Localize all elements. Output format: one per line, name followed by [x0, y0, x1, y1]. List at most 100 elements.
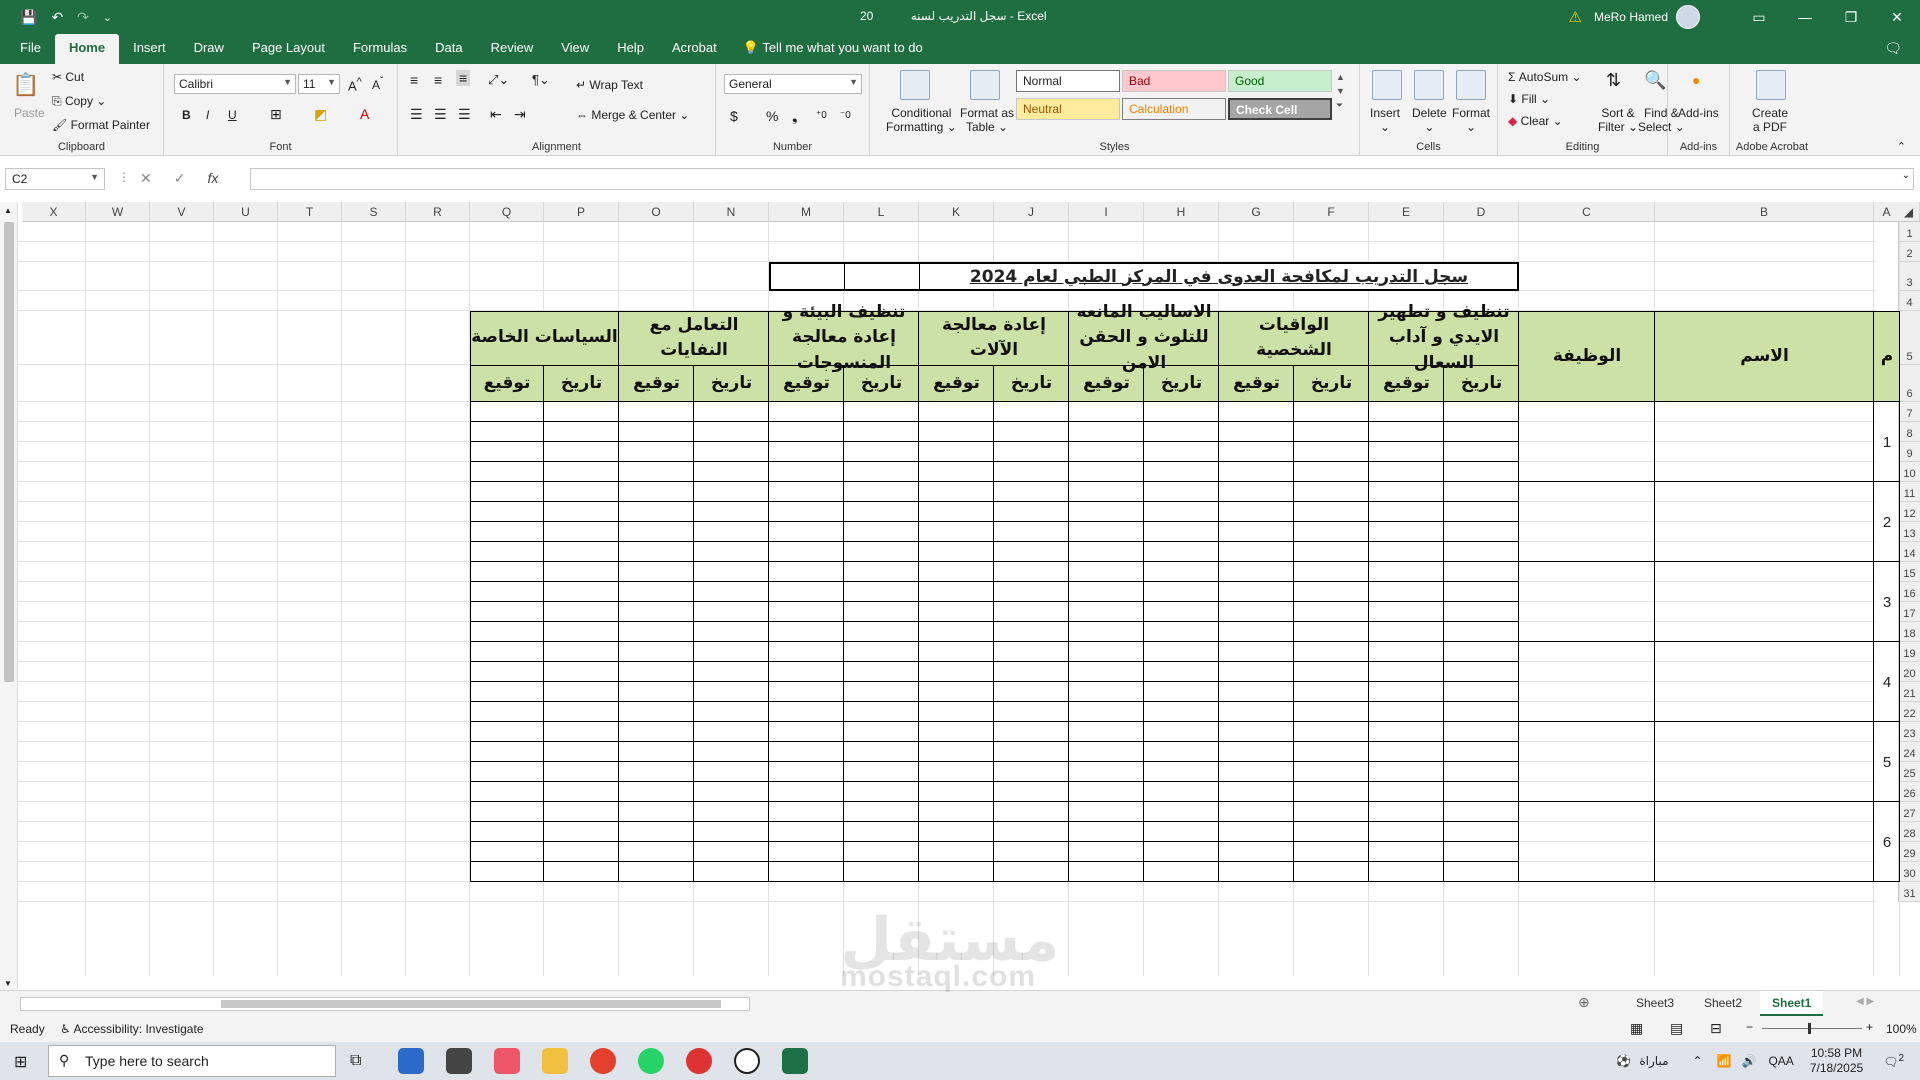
column-header-c[interactable]: C — [1519, 202, 1655, 222]
vertical-scroll-thumb[interactable] — [4, 222, 14, 682]
row-header-3[interactable]: 3 — [1898, 262, 1920, 291]
style-check-cell[interactable]: Check Cell — [1228, 98, 1332, 120]
page-layout-view-icon[interactable]: ▤ — [1670, 1020, 1683, 1037]
ribbon-display-icon[interactable]: ▭ — [1736, 9, 1782, 26]
format-painter-button[interactable]: 🖌 Format Painter — [52, 118, 150, 132]
notification-icon[interactable]: 🗨2 — [1883, 1053, 1904, 1069]
row-header-23[interactable]: 23 — [1898, 722, 1920, 742]
rtl-direction-icon[interactable]: ¶⌄ — [532, 72, 550, 88]
italic-button[interactable]: I — [206, 108, 209, 122]
row-header-6[interactable]: 6 — [1898, 365, 1920, 402]
conditional-formatting-button[interactable]: Conditional Formatting ⌄ — [886, 106, 957, 134]
page-break-view-icon[interactable]: ⊟ — [1710, 1020, 1722, 1037]
font-color-icon[interactable]: A — [360, 106, 369, 122]
column-header-h[interactable]: H — [1144, 202, 1219, 222]
minimize-icon[interactable]: — — [1782, 9, 1828, 25]
column-header-e[interactable]: E — [1369, 202, 1444, 222]
tab-acrobat[interactable]: Acrobat — [658, 34, 731, 64]
column-header-b[interactable]: B — [1655, 202, 1874, 222]
align-bottom-icon[interactable]: ≡ — [456, 70, 471, 86]
wrap-text-button[interactable]: ↵ Wrap Text — [576, 78, 643, 92]
clock[interactable]: 10:58 PM 7/18/2025 — [1810, 1046, 1863, 1076]
file-explorer-icon[interactable] — [542, 1048, 568, 1074]
whatsapp-icon[interactable] — [638, 1048, 664, 1074]
sheet-tab-sheet3[interactable]: Sheet3 — [1624, 991, 1686, 1016]
column-header-w[interactable]: W — [86, 202, 150, 222]
orientation-icon[interactable]: ⤢⌄ — [488, 72, 509, 88]
row-header-2[interactable]: 2 — [1898, 242, 1920, 262]
row-header-24[interactable]: 24 — [1898, 742, 1920, 762]
align-left-icon[interactable]: ☰ — [410, 106, 423, 123]
sort-filter-button[interactable]: Sort & Filter ⌄ — [1598, 106, 1638, 134]
weather-icon[interactable]: ⚽ — [1616, 1054, 1631, 1068]
column-header-v[interactable]: V — [150, 202, 214, 222]
row-header-21[interactable]: 21 — [1898, 682, 1920, 702]
undo-icon[interactable]: ↶ — [51, 9, 63, 26]
collapse-ribbon-icon[interactable]: ⌃ — [1897, 140, 1906, 153]
clear-button[interactable]: ◆ Clear ⌄ — [1508, 114, 1563, 128]
accessibility-button[interactable]: ♿ Accessibility: Investigate — [60, 1022, 204, 1036]
row-header-13[interactable]: 13 — [1898, 522, 1920, 542]
row-header-27[interactable]: 27 — [1898, 802, 1920, 822]
add-sheet-icon[interactable]: ⊕ — [1578, 994, 1590, 1011]
sheet-tab-sheet2[interactable]: Sheet2 — [1692, 991, 1754, 1016]
sheet-nav-icon[interactable]: ◀ ▶ — [1856, 996, 1874, 1007]
row-header-22[interactable]: 22 — [1898, 702, 1920, 722]
column-header-f[interactable]: F — [1294, 202, 1369, 222]
task-view-icon[interactable]: ⧉ — [350, 1052, 361, 1070]
row-header-30[interactable]: 30 — [1898, 862, 1920, 882]
column-header-r[interactable]: R — [406, 202, 470, 222]
horizontal-scrollbar[interactable] — [20, 997, 750, 1011]
worksheet-grid[interactable]: X W V U T S R Q P O N M L K J I H G F E D C B A ◢ 1 2 3 4 5 6 7 8 9 10 11 12… — [18, 202, 1920, 976]
scroll-down-icon[interactable]: ▼ — [4, 979, 12, 988]
percent-button[interactable]: % — [766, 108, 778, 124]
tell-me-box[interactable]: 💡 Tell me what you want to do — [743, 34, 923, 64]
tab-data[interactable]: Data — [421, 34, 476, 64]
align-right-icon[interactable]: ☰ — [458, 106, 471, 123]
column-header-m[interactable]: M — [769, 202, 844, 222]
app-icon[interactable] — [446, 1048, 472, 1074]
column-header-x[interactable]: X — [22, 202, 86, 222]
taskbar-search[interactable]: ⚲ Type here to search — [48, 1045, 336, 1077]
row-header-17[interactable]: 17 — [1898, 602, 1920, 622]
warning-icon[interactable]: ⚠ — [1569, 8, 1582, 26]
bold-button[interactable]: B — [182, 108, 191, 122]
row-header-28[interactable]: 28 — [1898, 822, 1920, 842]
tab-home[interactable]: Home — [54, 34, 120, 64]
comma-button[interactable]: ❟ — [792, 108, 798, 125]
close-icon[interactable]: ✕ — [1874, 9, 1920, 26]
tab-draw[interactable]: Draw — [180, 34, 238, 64]
row-header-29[interactable]: 29 — [1898, 842, 1920, 862]
tab-insert[interactable]: Insert — [119, 34, 180, 64]
insert-function-button[interactable]: fx — [207, 170, 218, 187]
currency-button[interactable]: $ — [730, 108, 738, 124]
customize-qat-icon[interactable]: ⌄ — [103, 11, 112, 24]
format-as-table-button[interactable]: Format as Table ⌄ — [960, 106, 1014, 134]
font-name-select[interactable]: Calibri ▼ — [174, 74, 296, 94]
sheet-tab-sheet1[interactable]: Sheet1 — [1760, 991, 1824, 1016]
grow-font-icon[interactable]: A^ — [348, 76, 362, 93]
row-header-25[interactable]: 25 — [1898, 762, 1920, 782]
user-name[interactable]: MeRo Hamed — [1594, 10, 1668, 24]
zoom-level[interactable]: 100% — [1886, 1022, 1917, 1036]
style-calculation[interactable]: Calculation — [1122, 98, 1226, 120]
row-header-8[interactable]: 8 — [1898, 422, 1920, 442]
addins-button[interactable]: Add-ins — [1678, 106, 1719, 120]
tab-file[interactable]: File — [6, 34, 55, 64]
align-center-icon[interactable]: ☰ — [434, 106, 447, 123]
chatgpt-icon[interactable] — [734, 1048, 760, 1074]
tab-view[interactable]: View — [547, 34, 603, 64]
row-header-12[interactable]: 12 — [1898, 502, 1920, 522]
row-header-31[interactable]: 31 — [1898, 882, 1920, 902]
column-header-d[interactable]: D — [1444, 202, 1519, 222]
borders-icon[interactable]: ⊞ — [270, 106, 282, 123]
enter-icon[interactable]: ✓ — [174, 170, 186, 187]
expand-formula-icon[interactable]: ⌄ — [1902, 170, 1910, 181]
zoom-slider[interactable] — [1762, 1028, 1862, 1029]
merge-center-button[interactable]: ⇔ Merge & Center ⌄ — [576, 108, 689, 122]
underline-button[interactable]: U — [228, 108, 237, 122]
styles-scroll-icon[interactable]: ▲ ▼ ⏷ — [1336, 70, 1345, 112]
zoom-out-icon[interactable]: − — [1746, 1020, 1753, 1034]
align-middle-icon[interactable]: ≡ — [434, 72, 442, 88]
column-header-a[interactable]: A — [1874, 202, 1900, 222]
